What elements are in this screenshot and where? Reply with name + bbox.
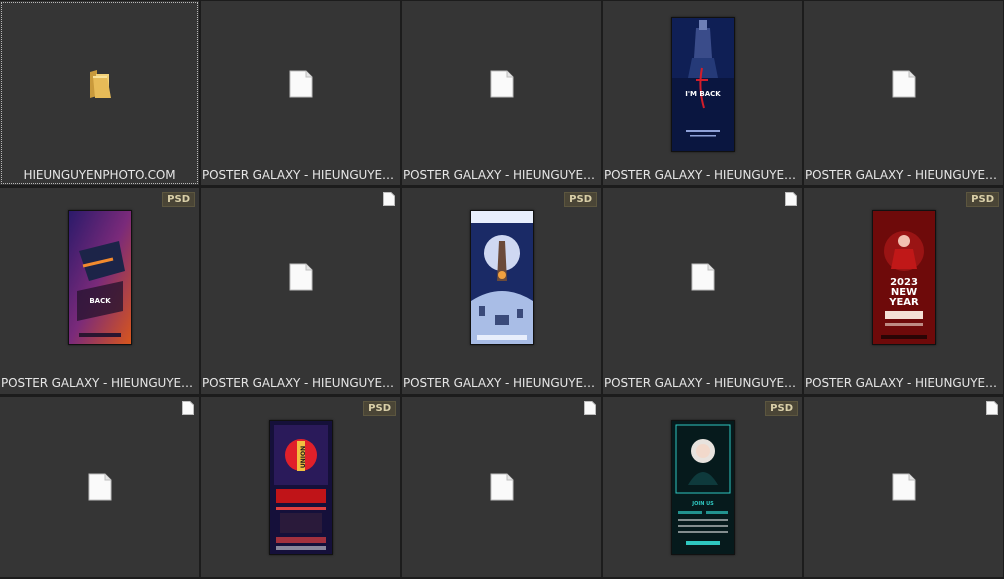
file-tile[interactable]: PSD UNION — [201, 397, 400, 577]
document-icon — [289, 263, 312, 291]
file-tile[interactable]: POSTER GALAXY - HIEUNGUYENPHOTO.COM — [603, 188, 802, 394]
document-icon — [691, 263, 714, 291]
file-name: POSTER GALAXY - HIEUNGUYENPHOTO.COM — [202, 376, 400, 390]
file-tile[interactable]: POSTER GALAXY - HIEUNGUYENPHOTO.COM — [201, 1, 400, 185]
poster-title: BACK — [89, 297, 111, 305]
poster-title: UNION — [300, 445, 307, 467]
poster-thumbnail: UNION — [268, 419, 333, 555]
poster-title: JOIN US — [691, 501, 714, 507]
poster-title: I'M BACK — [685, 90, 721, 98]
file-tile[interactable]: PSD JOIN US — [603, 397, 802, 577]
file-tile[interactable]: POSTER GALAXY - HIEUNGUYENPHOTO.COM — [804, 1, 1003, 185]
file-tile[interactable]: PSD 2023 NEW YEAR POSTER GALAXY - HIEUNGUY… — [804, 188, 1003, 394]
poster-thumbnail: 2023 NEW YEAR — [871, 209, 936, 345]
file-tile[interactable] — [402, 397, 601, 577]
file-tile-folder[interactable]: HIEUNGUYENPHOTO.COM — [0, 1, 199, 185]
file-grid: HIEUNGUYENPHOTO.COM POSTER GALAXY - HIEU… — [0, 0, 1004, 579]
file-name: POSTER GALAXY - HIEUNGUYENPHOTO.COM — [1, 376, 199, 390]
file-name: POSTER GALAXY - HIEUNGUYENPHOTO.COM — [403, 168, 601, 182]
file-tile[interactable] — [0, 397, 199, 577]
poster-thumbnail: JOIN US — [670, 419, 735, 555]
file-name: POSTER GALAXY - HIEUNGUYENPHOTO.COM — [604, 168, 802, 182]
file-name: HIEUNGUYENPHOTO.COM — [23, 168, 176, 182]
document-icon — [289, 70, 312, 98]
poster-thumbnail: I'M BACK — [670, 16, 735, 152]
document-icon — [490, 70, 513, 98]
file-name: POSTER GALAXY - HIEUNGUYENPHOTO.COM — [604, 376, 802, 390]
file-tile[interactable]: PSD BACK POSTER GALAXY - HIEUNGUYENP — [0, 188, 199, 394]
file-tile[interactable]: PSD POSTER GALAXY - HIEUNGUYENPHOTO.COM — [402, 188, 601, 394]
file-name: POSTER GALAXY - HIEUNGUYENPHOTO.COM — [805, 168, 1003, 182]
file-tile[interactable]: I'M BACK POSTER GALAXY - HIEUNGUYENPHOTO… — [603, 1, 802, 185]
document-icon — [88, 473, 111, 501]
file-tile[interactable] — [804, 397, 1003, 577]
document-icon — [892, 473, 915, 501]
file-tile[interactable]: POSTER GALAXY - HIEUNGUYENPHOTO.COM — [402, 1, 601, 185]
thumbnail — [0, 1, 199, 167]
poster-thumbnail: BACK — [67, 209, 132, 345]
file-name: POSTER GALAXY - HIEUNGUYENPHOTO.COM — [202, 168, 400, 182]
folder-icon — [89, 70, 111, 98]
document-icon — [892, 70, 915, 98]
poster-thumbnail — [469, 209, 534, 345]
document-icon — [490, 473, 513, 501]
file-tile[interactable]: POSTER GALAXY - HIEUNGUYENPHOTO.COM — [201, 188, 400, 394]
poster-title: 2023 NEW YEAR — [888, 277, 919, 308]
poster-title-line: YEAR — [888, 297, 919, 308]
file-name: POSTER GALAXY - HIEUNGUYENPHOTO.COM — [403, 376, 601, 390]
file-name: POSTER GALAXY - HIEUNGUYENPHOTO.COM — [805, 376, 1003, 390]
